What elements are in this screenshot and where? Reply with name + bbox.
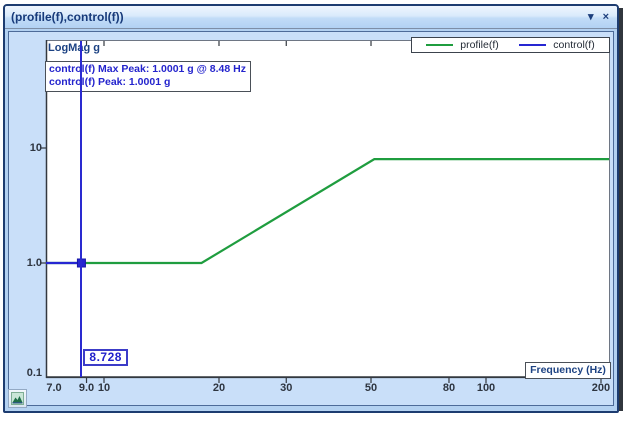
y-axis-title: LogMag g: [48, 42, 100, 54]
x-tick-label: 9.0: [79, 382, 94, 394]
window-titlebar[interactable]: (profile(f),control(f)) ▾ ×: [5, 6, 617, 29]
x-tick-label: 10: [98, 382, 110, 394]
mini-chart-icon[interactable]: [8, 389, 27, 408]
x-tick-label: 30: [280, 382, 292, 394]
x-tick-label: 100: [477, 382, 495, 394]
y-tick-label: 10: [10, 142, 42, 154]
y-tick-label: 1.0: [10, 257, 42, 269]
x-axis-title: Frequency (Hz): [525, 362, 611, 379]
screenshot-stage: (profile(f),control(f)) ▾ × 7.0 9.0 10 20 30…: [0, 0, 624, 421]
frequency-cursor-line[interactable]: [80, 41, 82, 377]
x-tick-label: 80: [443, 382, 455, 394]
x-tick-label: 50: [365, 382, 377, 394]
annotation-line-peak: control(f) Peak: 1.0001 g: [49, 76, 246, 89]
annotation-line-max-peak: control(f) Max Peak: 1.0001 g @ 8.48 Hz: [49, 63, 246, 76]
legend-line-swatch: [519, 44, 546, 46]
legend-label: profile(f): [460, 39, 499, 51]
legend-entry[interactable]: profile(f): [426, 39, 499, 51]
legend: profile(f) control(f): [411, 37, 610, 53]
x-tick-label: 7.0: [46, 382, 61, 394]
legend-label: control(f): [553, 39, 594, 51]
mini-chart-glyph: [11, 392, 24, 405]
legend-entry[interactable]: control(f): [519, 39, 594, 51]
legend-line-swatch: [426, 44, 453, 46]
x-tick-label: 200: [592, 382, 610, 394]
x-tick-label: 20: [213, 382, 225, 394]
close-icon[interactable]: ×: [603, 12, 609, 23]
peak-annotation-box: control(f) Max Peak: 1.0001 g @ 8.48 Hz …: [45, 61, 251, 92]
window-edge-shadow: [619, 8, 623, 411]
window-title: (profile(f),control(f)): [11, 10, 124, 24]
titlebar-controls: ▾ ×: [588, 12, 609, 23]
y-tick-label: 0.1: [10, 367, 42, 379]
dropdown-arrow-icon[interactable]: ▾: [588, 12, 594, 23]
cursor-readout: 8.728: [83, 349, 128, 366]
